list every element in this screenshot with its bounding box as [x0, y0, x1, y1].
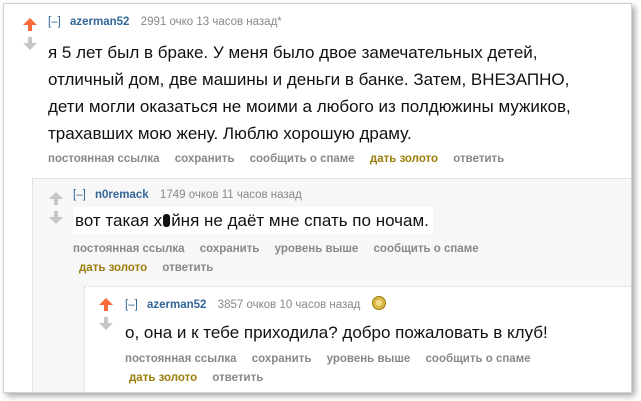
comment-actions: постоянная ссылка сохранить уровень выше…: [125, 350, 543, 388]
score-and-time: 2991 очко 13 часов назад*: [140, 16, 282, 28]
give-gold-button[interactable]: дать золото: [129, 372, 197, 384]
permalink-button[interactable]: постоянная ссылка: [125, 353, 237, 365]
collapse-toggle[interactable]: [–]: [125, 299, 138, 311]
score-and-time: 1749 очков 11 часов назад: [159, 189, 302, 201]
downvote-arrow-icon[interactable]: [99, 317, 113, 330]
report-spam-button[interactable]: сообщить о спаме: [250, 153, 355, 165]
author-link[interactable]: azerman52: [70, 16, 129, 28]
comment-thread: [–] azerman52 2991 очко 13 часов назад* …: [3, 3, 632, 393]
comment-body-line: дети могли оказаться не моими а любого и…: [48, 97, 571, 116]
comment-text-start: вот такая х: [75, 211, 163, 230]
permalink-button[interactable]: постоянная ссылка: [48, 153, 160, 165]
gold-coin-icon: [371, 296, 386, 310]
upvote-arrow-icon[interactable]: [49, 192, 63, 205]
censor-blot-icon: [163, 214, 171, 227]
downvote-arrow-icon[interactable]: [23, 37, 37, 50]
comment-body-line: отличный дом, две машины и деньги в банк…: [48, 70, 570, 89]
downvote-arrow-icon[interactable]: [49, 211, 63, 224]
upvote-arrow-icon[interactable]: [23, 18, 37, 31]
author-link[interactable]: n0remack: [95, 189, 149, 201]
vote-column: [99, 298, 113, 330]
save-button[interactable]: сохранить: [252, 353, 312, 365]
parent-button[interactable]: уровень выше: [327, 353, 411, 365]
comment-body: вот такая х йня не даёт мне спать по ноча…: [73, 207, 433, 234]
collapse-toggle[interactable]: [–]: [48, 16, 61, 28]
comment-3: [–] azerman52 3857 очков 10 часов назад …: [84, 286, 631, 392]
vote-column: [23, 18, 37, 50]
comment-1: [–] azerman52 2991 очко 13 часов назад* …: [4, 4, 631, 184]
comment-text-end: йня не даёт мне спать по ночам.: [171, 211, 429, 230]
upvote-arrow-icon[interactable]: [99, 298, 113, 311]
comment-tagline: [–] n0remack 1749 очков 11 часов назад: [73, 189, 302, 201]
parent-button[interactable]: уровень выше: [275, 243, 359, 255]
vote-column: [49, 192, 63, 224]
give-gold-button[interactable]: дать золото: [79, 262, 147, 274]
comment-body: о, она и к тебе приходила? добро пожалов…: [125, 323, 548, 342]
comment-2: [–] n0remack 1749 очков 11 часов назад в…: [32, 178, 631, 392]
comment-tagline: [–] azerman52 2991 очко 13 часов назад*: [48, 16, 282, 28]
author-link[interactable]: azerman52: [147, 299, 206, 311]
comment-body-line: трахавших мою жену. Люблю хорошую драму.: [48, 124, 412, 143]
comment-body: я 5 лет был в браке. У меня было двое за…: [48, 39, 571, 147]
collapse-toggle[interactable]: [–]: [73, 189, 86, 201]
comment-actions: постоянная ссылка сохранить уровень выше…: [73, 240, 491, 278]
comment-tagline: [–] azerman52 3857 очков 10 часов назад: [125, 296, 386, 311]
give-gold-button[interactable]: дать золото: [370, 153, 438, 165]
save-button[interactable]: сохранить: [200, 243, 260, 255]
report-spam-button[interactable]: сообщить о спаме: [374, 243, 479, 255]
reply-button[interactable]: ответить: [453, 153, 504, 165]
score-and-time: 3857 очков 10 часов назад: [217, 299, 361, 311]
reply-button[interactable]: ответить: [162, 262, 213, 274]
reply-button[interactable]: ответить: [212, 372, 263, 384]
comment-body-line: я 5 лет был в браке. У меня было двое за…: [48, 43, 538, 62]
report-spam-button[interactable]: сообщить о спаме: [426, 353, 531, 365]
permalink-button[interactable]: постоянная ссылка: [73, 243, 185, 255]
comment-actions: постоянная ссылка сохранить сообщить о с…: [48, 150, 516, 169]
save-button[interactable]: сохранить: [175, 153, 235, 165]
